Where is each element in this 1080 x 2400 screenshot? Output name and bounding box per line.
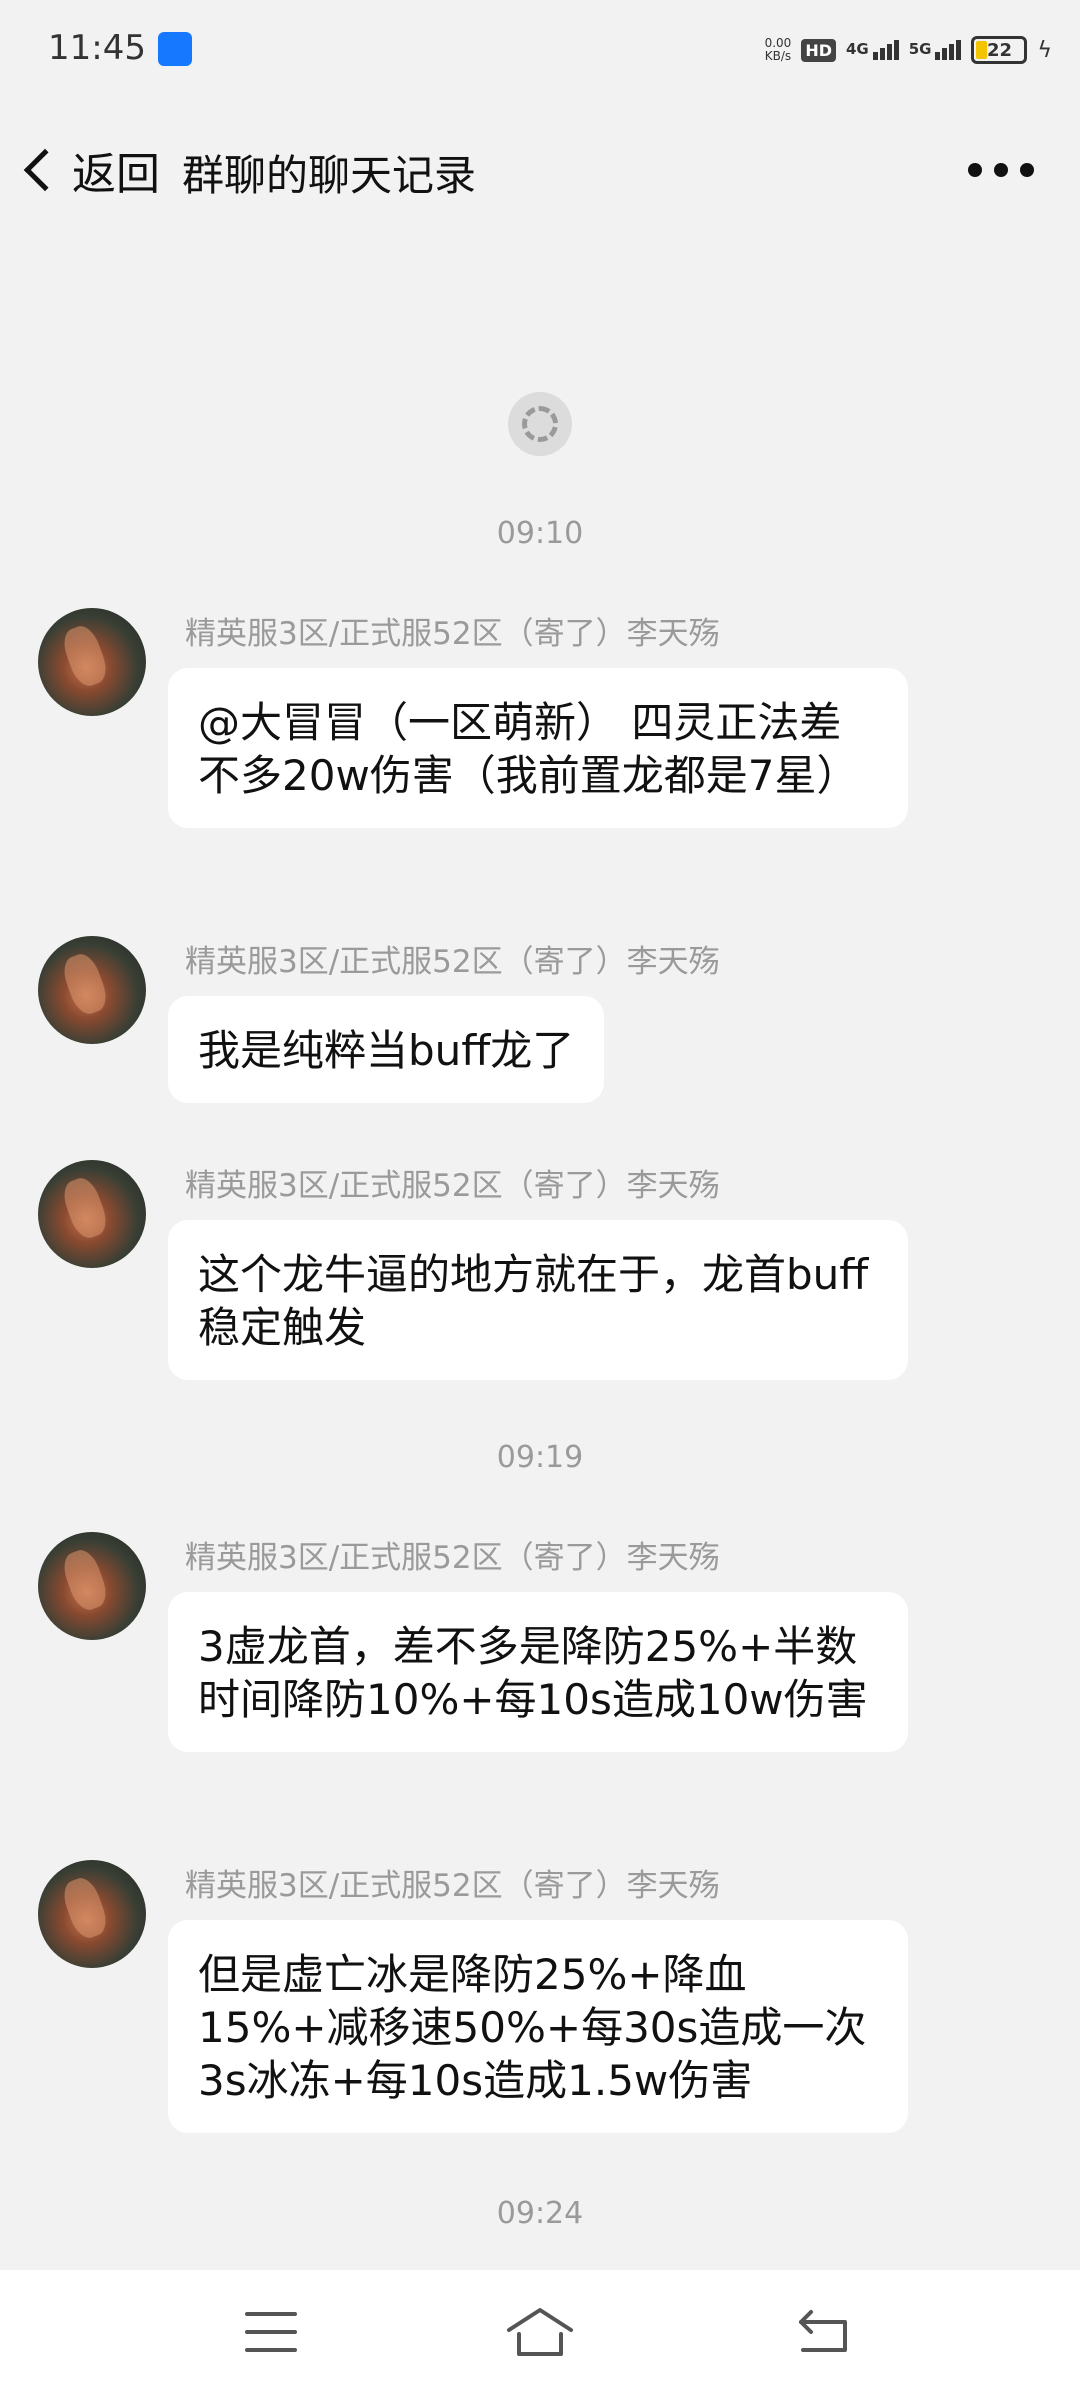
hd-voice-icon: HD <box>801 38 836 62</box>
status-time: 11:45 <box>48 28 146 68</box>
message-bubble[interactable]: 这个龙牛逼的地方就在于，龙首buff稳定触发 <box>168 1220 908 1380</box>
battery-icon: 22 <box>971 36 1028 64</box>
message-bubble[interactable]: 3虚龙首，差不多是降防25%+半数时间降防10%+每10s造成10w伤害 <box>168 1592 908 1752</box>
back-nav-icon[interactable] <box>795 2308 851 2356</box>
network-speed: 0.00 KB/s <box>765 37 792 63</box>
status-bar: 11:45 0.00 KB/s HD 4G 5G 22 ϟ <box>0 0 1080 100</box>
signal-5g-icon: 5G <box>909 40 962 60</box>
network-speed-unit: KB/s <box>764 49 792 63</box>
more-dot <box>1020 163 1034 177</box>
avatar[interactable] <box>38 1860 146 1968</box>
menu-icon[interactable] <box>245 2312 297 2352</box>
sender-name: 精英服3区/正式服52区（寄了）李天殇 <box>185 1540 720 1576</box>
signal-4g-icon: 4G <box>846 40 899 60</box>
header-bar: 返回 群聊的聊天记录 <box>0 120 1080 220</box>
back-button[interactable]: 返回 <box>12 138 160 202</box>
signal-5g-label: 5G <box>908 40 932 58</box>
more-options-button[interactable] <box>968 154 1034 186</box>
avatar[interactable] <box>38 1160 146 1268</box>
home-icon[interactable] <box>505 2304 575 2360</box>
message-bubble[interactable]: @大冒冒（一区萌新） 四灵正法差不多20w伤害（我前置龙都是7星） <box>168 668 908 828</box>
avatar[interactable] <box>38 1532 146 1640</box>
chat-history-screen: 11:45 0.00 KB/s HD 4G 5G 22 ϟ 返回 群聊的聊天记录… <box>0 0 1080 2400</box>
sender-name: 精英服3区/正式服52区（寄了）李天殇 <box>185 1868 720 1904</box>
chevron-left-icon <box>23 148 67 192</box>
battery-percent: 22 <box>986 39 1013 61</box>
timestamp: 09:19 <box>496 1440 584 1475</box>
battery-fill <box>976 41 988 59</box>
message-bubble[interactable]: 但是虚亡冰是降防25%+降血15%+减移速50%+每30s造成一次3s冰冻+每1… <box>168 1920 908 2133</box>
signal-4g-label: 4G <box>845 40 869 58</box>
spinner-ring <box>522 406 558 442</box>
more-dot <box>968 163 982 177</box>
sender-name: 精英服3区/正式服52区（寄了）李天殇 <box>185 944 720 980</box>
status-indicators: 0.00 KB/s HD 4G 5G 22 ϟ <box>765 30 1052 70</box>
alipay-notification-icon <box>158 32 192 66</box>
sender-name: 精英服3区/正式服52区（寄了）李天殇 <box>185 1168 720 1204</box>
message-bubble[interactable]: 我是纯粹当buff龙了 <box>168 996 605 1103</box>
avatar[interactable] <box>38 936 146 1044</box>
avatar[interactable] <box>38 608 146 716</box>
loading-spinner-icon <box>508 392 572 456</box>
back-label: 返回 <box>72 149 160 200</box>
timestamp: 09:10 <box>496 516 584 551</box>
timestamp: 09:24 <box>496 2196 584 2231</box>
more-dot <box>994 163 1008 177</box>
page-title: 群聊的聊天记录 <box>182 151 477 200</box>
sender-name: 精英服3区/正式服52区（寄了）李天殇 <box>185 616 720 652</box>
system-navigation-bar <box>0 2270 1080 2400</box>
charging-icon: ϟ <box>1037 37 1052 63</box>
